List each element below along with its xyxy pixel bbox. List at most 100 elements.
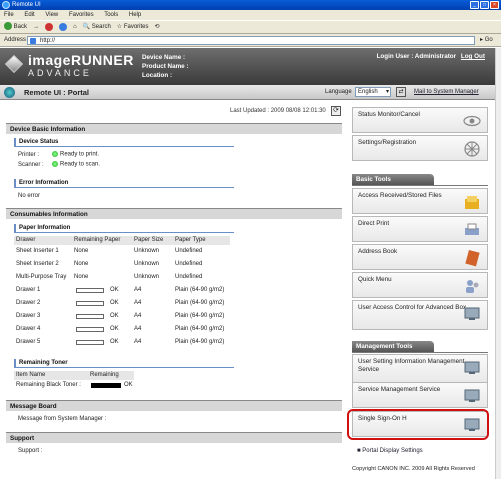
refresh-icon[interactable]: [59, 23, 68, 31]
history-icon[interactable]: ⟲: [155, 20, 160, 34]
col-remaining-paper: Remaining Paper: [74, 237, 121, 243]
window-title: Remote UI: [12, 2, 41, 8]
support-label: Support :: [18, 448, 43, 454]
quick-menu-button[interactable]: Quick Menu: [352, 272, 488, 298]
back-button[interactable]: Back: [4, 20, 27, 34]
product-name-label: Product Name :: [142, 63, 189, 70]
language-apply-button[interactable]: ⇄: [396, 87, 406, 97]
logout-link[interactable]: Log Out: [461, 53, 485, 60]
subsection-remaining-toner: Remaining Toner: [14, 359, 234, 368]
table-row: Drawer 3 OK A4 Plain (64-90 g/m2): [16, 313, 225, 319]
paper-level-bar: [76, 327, 104, 332]
back-arrow-icon: [4, 22, 12, 31]
location-label: Location :: [142, 72, 173, 79]
management-tools-divider: [352, 352, 488, 353]
monitor-icon: [464, 307, 480, 320]
favorites-button[interactable]: ☆ Favorites: [117, 20, 149, 34]
forward-button[interactable]: →: [33, 20, 39, 34]
scanner-label: Scanner :: [18, 162, 44, 168]
direct-print-button[interactable]: Direct Print: [352, 216, 488, 242]
page-title: Remote UI : Portal: [24, 88, 90, 97]
section-consumables-info: Consumables Information: [6, 208, 342, 219]
printer-status-icon: [52, 151, 58, 157]
section-message-board: Message Board: [6, 400, 342, 411]
menu-favorites[interactable]: Favorites: [69, 12, 94, 18]
table-row: Multi-Purpose Tray None Unknown Undefine…: [16, 274, 203, 280]
menu-tools[interactable]: Tools: [104, 12, 118, 18]
toner-level-bar: [91, 383, 121, 388]
device-name-label: Device Name :: [142, 54, 186, 61]
menu-edit[interactable]: Edit: [24, 12, 34, 18]
section-device-basic-info: Device Basic Information: [6, 123, 342, 134]
last-updated: Last Updated : 2009 08/08 12:01:30: [230, 108, 326, 114]
management-tools-heading: Management Tools: [352, 341, 434, 352]
paper-level-bar: [76, 301, 104, 306]
status-monitor-button[interactable]: Status Monitor/Cancel: [352, 107, 488, 133]
home-icon[interactable]: ⌂: [73, 20, 77, 34]
portal-bar: Remote UI : Portal Language English ⇄ Ma…: [0, 85, 495, 100]
canon-cube-logo-icon: [4, 54, 24, 74]
refresh-status-button[interactable]: ⟳: [331, 106, 341, 116]
table-row: Drawer 2 OK A4 Plain (64-90 g/m2): [16, 300, 225, 306]
book-icon: [465, 249, 480, 267]
address-input[interactable]: http://: [27, 36, 475, 45]
menu-file[interactable]: File: [4, 12, 14, 18]
close-button[interactable]: ×: [490, 1, 499, 9]
device-info: Device Name : Product Name : Location :: [142, 53, 189, 80]
service-mgmt-button[interactable]: Service Management Service: [352, 382, 488, 408]
menu-bar: File Edit View Favorites Tools Help: [0, 10, 501, 20]
go-button[interactable]: ▸ Go: [480, 36, 493, 45]
browser-toolbar: Back → ⌂ 🔍 Search ☆ Favorites ⟲: [0, 20, 501, 34]
paper-level-bar: [76, 340, 104, 345]
basic-tools-heading: Basic Tools: [352, 174, 434, 185]
subsection-device-status: Device Status: [14, 138, 234, 147]
monitor-icon: [464, 389, 480, 402]
menu-help[interactable]: Help: [129, 12, 141, 18]
copyright: Copyright CANON INC. 2009 All Rights Res…: [352, 466, 475, 472]
paper-level-bar: [76, 288, 104, 293]
subsection-error-info: Error Information: [14, 179, 234, 188]
language-select[interactable]: English: [355, 87, 391, 97]
printer-status: Ready to print.: [52, 151, 99, 158]
users-icon: [466, 280, 479, 293]
maximize-button[interactable]: □: [480, 1, 489, 9]
brand-sub-logo: ADVANCE: [28, 68, 92, 78]
portal-display-settings-link[interactable]: ■ Portal Display Settings: [357, 448, 423, 454]
search-button[interactable]: 🔍 Search: [83, 20, 111, 34]
table-row: Drawer 5 OK A4 Plain (64-90 g/m2): [16, 339, 225, 345]
scanner-status: Ready to scan.: [52, 161, 100, 168]
address-book-button[interactable]: Address Book: [352, 244, 488, 270]
highlight-outline: [347, 409, 489, 440]
col-paper-size: Paper Size: [134, 237, 164, 243]
scanner-status-icon: [52, 161, 58, 167]
user-access-control-button[interactable]: User Access Control for Advanced Box: [352, 300, 488, 330]
minimize-button[interactable]: _: [470, 1, 479, 9]
col-drawer: Drawer: [16, 237, 36, 243]
subsection-paper-info: Paper Information: [14, 224, 234, 233]
printer-label: Printer :: [18, 152, 40, 158]
language-label: Language: [325, 89, 352, 95]
paper-table-header: Drawer Remaining Paper Paper Size Paper …: [14, 236, 230, 245]
stop-icon[interactable]: [45, 23, 54, 31]
table-row: Sheet Inserter 1 None Unknown Undefined: [16, 248, 203, 254]
vertical-scrollbar[interactable]: [495, 48, 501, 479]
brand-logo: imageRUNNER: [28, 52, 134, 68]
eye-icon: [463, 115, 481, 127]
user-setting-mgmt-button[interactable]: User Setting Information Management Serv…: [352, 354, 488, 384]
ie-icon: [2, 1, 10, 9]
login-user: Login User : Administrator Log Out: [376, 53, 485, 60]
menu-view[interactable]: View: [45, 12, 58, 18]
address-bar: Address http:// ▸ Go: [0, 34, 501, 47]
error-value: No error: [18, 193, 41, 199]
settings-registration-button[interactable]: Settings/Registration: [352, 135, 488, 161]
col-paper-type: Paper Type: [175, 237, 206, 243]
portal-icon: [4, 87, 15, 98]
mail-to-system-manager-link[interactable]: Mail to System Manager: [414, 89, 479, 95]
address-label: Address: [4, 37, 27, 43]
gear-icon: [464, 141, 480, 157]
message-label: Message from System Manager :: [18, 416, 107, 422]
page-icon: [30, 38, 36, 44]
table-row: Remaining Black Toner : OK: [16, 382, 133, 388]
access-files-button[interactable]: Access Received/Stored Files: [352, 188, 488, 214]
printer-icon: [465, 223, 479, 235]
